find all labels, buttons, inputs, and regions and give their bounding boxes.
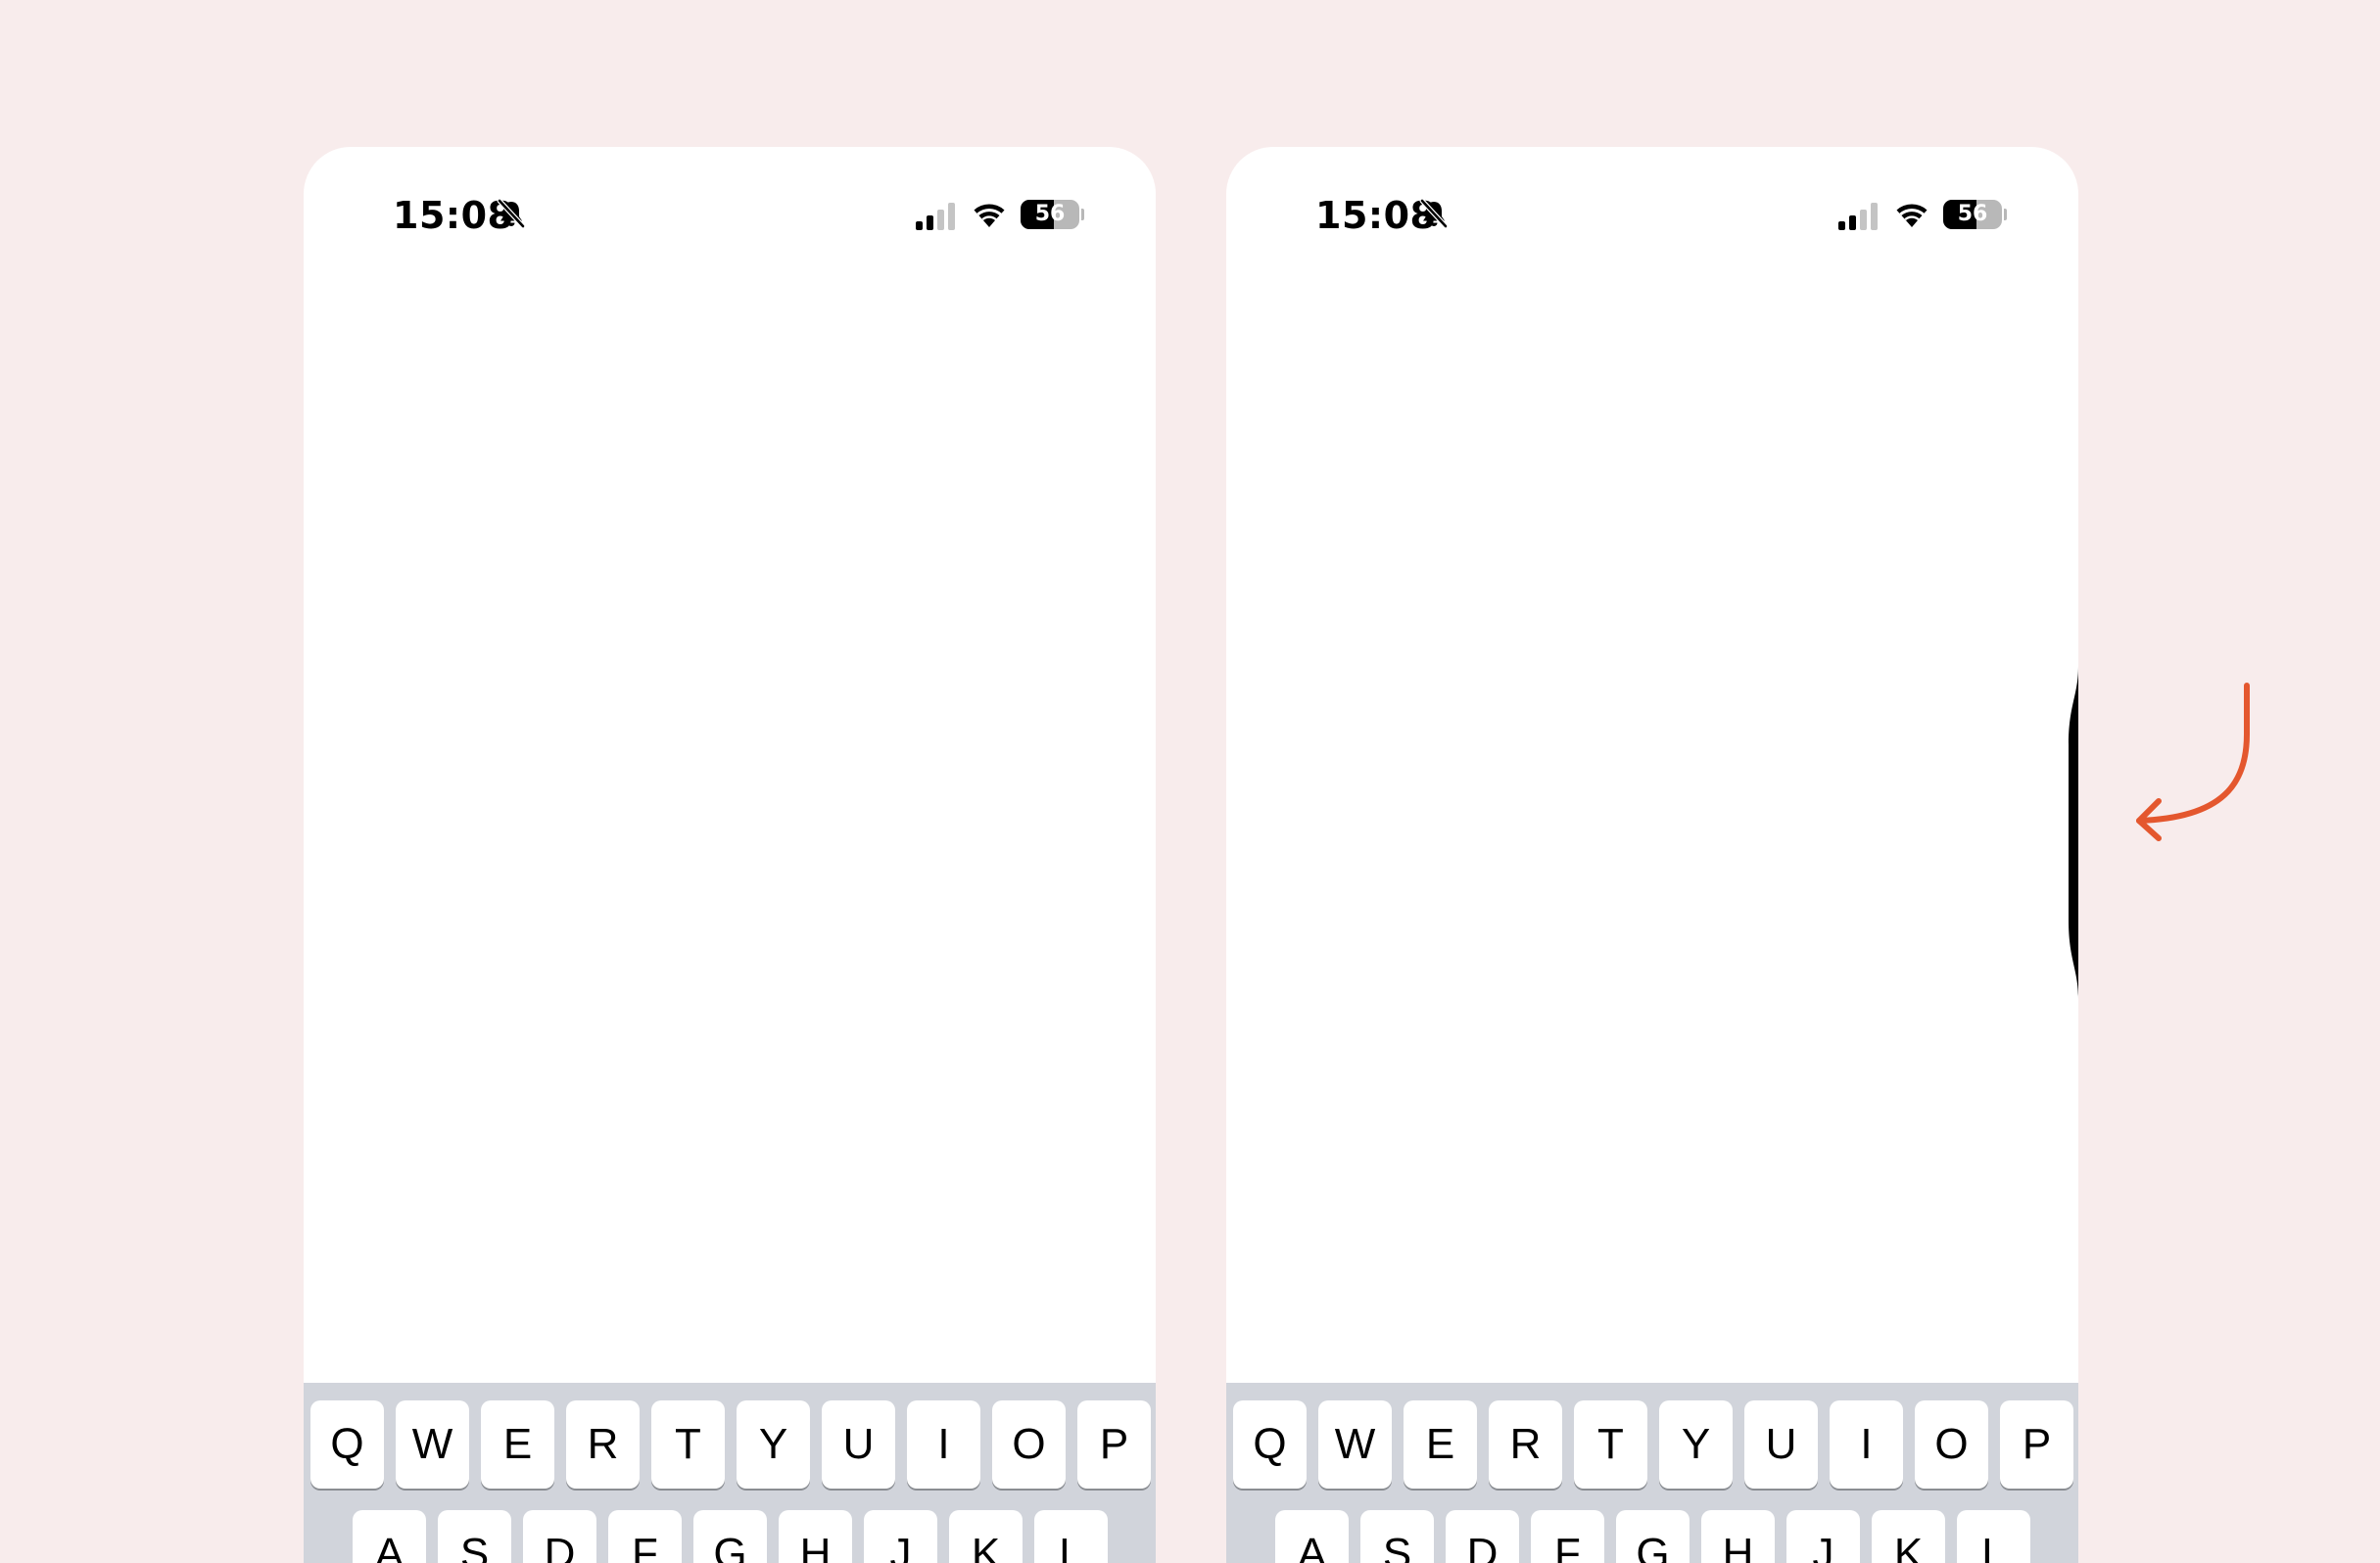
status-bar: 15:08 56 <box>304 147 1156 284</box>
keyboard: Q W E R T Y U I O P A S D F G H J K L <box>304 1383 1156 1563</box>
bell-slash-icon <box>497 198 526 229</box>
key-s[interactable]: S <box>438 1510 511 1563</box>
key-k[interactable]: K <box>1872 1510 1945 1563</box>
battery-cap <box>2004 209 2007 220</box>
key-q[interactable]: Q <box>310 1400 384 1489</box>
key-d[interactable]: D <box>1446 1510 1519 1563</box>
key-j[interactable]: J <box>1786 1510 1860 1563</box>
key-g[interactable]: G <box>693 1510 767 1563</box>
key-a[interactable]: A <box>1275 1510 1349 1563</box>
key-u[interactable]: U <box>822 1400 895 1489</box>
phone-screen-right: 15:08 56 Q W E R T Y U I O P A S D F G H… <box>1226 147 2078 1563</box>
key-a[interactable]: A <box>353 1510 426 1563</box>
key-d[interactable]: D <box>523 1510 596 1563</box>
key-t[interactable]: T <box>1574 1400 1647 1489</box>
bell-slash-icon <box>1419 198 1449 229</box>
key-e[interactable]: E <box>481 1400 554 1489</box>
battery-level: 56 <box>1034 202 1066 226</box>
key-t[interactable]: T <box>651 1400 725 1489</box>
key-p[interactable]: P <box>2000 1400 2073 1489</box>
keyboard-row-2: A S D F G H J K L <box>1275 1510 2030 1563</box>
key-r[interactable]: R <box>566 1400 640 1489</box>
battery-icon: 56 <box>1943 200 2002 229</box>
cellular-signal-icon <box>1838 203 1878 230</box>
key-l[interactable]: L <box>1957 1510 2030 1563</box>
key-h[interactable]: H <box>779 1510 852 1563</box>
key-o[interactable]: O <box>1915 1400 1988 1489</box>
key-j[interactable]: J <box>864 1510 937 1563</box>
cellular-signal-icon <box>916 203 955 230</box>
phone-screen-left: 15:08 56 Q W E R T Y U I O P A S D F G H… <box>304 147 1156 1563</box>
key-s[interactable]: S <box>1360 1510 1434 1563</box>
keyboard-row-1: Q W E R T Y U I O P <box>1233 1400 2073 1489</box>
battery-icon: 56 <box>1021 200 1079 229</box>
key-i[interactable]: I <box>907 1400 980 1489</box>
key-f[interactable]: F <box>608 1510 682 1563</box>
edge-swipe-indicator[interactable] <box>2065 666 2078 999</box>
battery-cap <box>1081 209 1084 220</box>
key-y[interactable]: Y <box>737 1400 810 1489</box>
key-f[interactable]: F <box>1531 1510 1604 1563</box>
key-l[interactable]: L <box>1034 1510 1108 1563</box>
key-q[interactable]: Q <box>1233 1400 1307 1489</box>
status-bar: 15:08 56 <box>1226 147 2078 284</box>
key-p[interactable]: P <box>1077 1400 1151 1489</box>
key-o[interactable]: O <box>992 1400 1066 1489</box>
keyboard-row-1: Q W E R T Y U I O P <box>310 1400 1151 1489</box>
key-i[interactable]: I <box>1830 1400 1903 1489</box>
key-e[interactable]: E <box>1404 1400 1477 1489</box>
key-g[interactable]: G <box>1616 1510 1690 1563</box>
keyboard: Q W E R T Y U I O P A S D F G H J K L <box>1226 1383 2078 1563</box>
key-w[interactable]: W <box>1318 1400 1392 1489</box>
keyboard-row-2: A S D F G H J K L <box>353 1510 1108 1563</box>
key-r[interactable]: R <box>1489 1400 1562 1489</box>
key-w[interactable]: W <box>396 1400 469 1489</box>
key-y[interactable]: Y <box>1659 1400 1733 1489</box>
wifi-icon <box>974 204 1005 227</box>
wifi-icon <box>1896 204 1928 227</box>
key-u[interactable]: U <box>1744 1400 1818 1489</box>
curved-arrow-icon <box>2136 683 2250 841</box>
key-k[interactable]: K <box>949 1510 1023 1563</box>
key-h[interactable]: H <box>1701 1510 1775 1563</box>
battery-level: 56 <box>1957 202 1988 226</box>
